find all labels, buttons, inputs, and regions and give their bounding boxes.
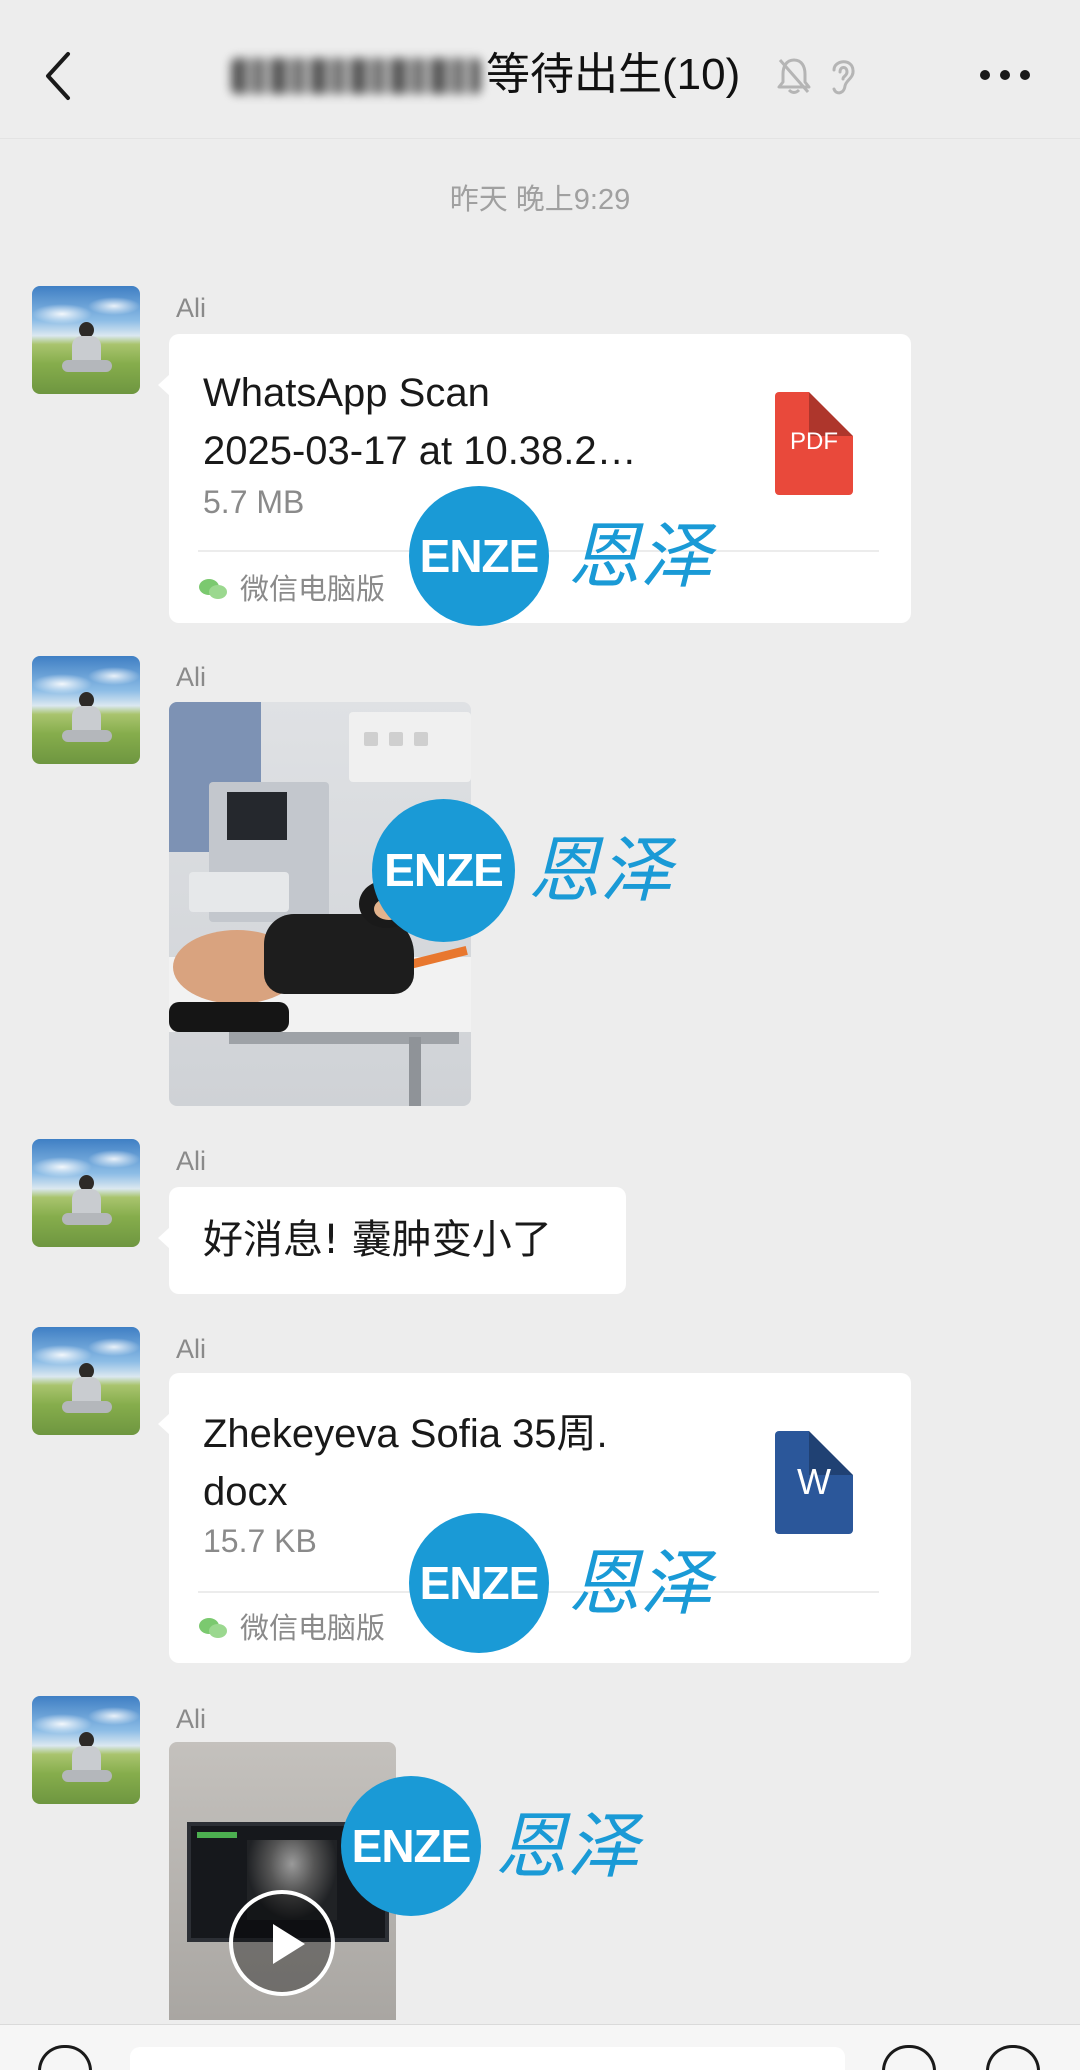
watermark-text: 恩泽 <box>568 1541 713 1625</box>
voice-icon[interactable] <box>38 2045 92 2070</box>
file-size: 5.7 MB <box>203 484 305 520</box>
sender-name: Ali <box>176 1146 207 1176</box>
watermark-logo: ENZE <box>341 1776 481 1916</box>
play-icon[interactable] <box>229 1890 335 1996</box>
watermark-text: 恩泽 <box>528 828 673 912</box>
file-icon-label: PDF <box>790 428 838 455</box>
bell-muted-icon <box>776 56 812 96</box>
emoji-icon[interactable] <box>882 2045 936 2070</box>
sender-name: Ali <box>176 293 207 323</box>
watermark-logo: ENZE <box>409 1513 549 1653</box>
file-name-line: Zhekeyeva Sofia 35周. <box>203 1412 608 1456</box>
file-size: 15.7 KB <box>203 1523 317 1559</box>
file-name-line: 2025-03-17 at 10.38.2… <box>203 429 637 473</box>
chat-header: 等待出生(10) <box>0 0 1080 139</box>
more-button[interactable] <box>978 66 1032 84</box>
watermark-text: 恩泽 <box>568 514 713 598</box>
message-timestamp: 昨天 晚上9:29 <box>449 184 631 216</box>
watermark-logo: ENZE <box>372 799 515 942</box>
watermark-logo: ENZE <box>409 486 549 626</box>
avatar[interactable] <box>32 286 140 394</box>
input-bar <box>0 2024 1080 2070</box>
file-icon-label: W <box>797 1461 831 1502</box>
wechat-icon <box>198 577 228 601</box>
source-label: 微信电脑版 <box>240 572 386 606</box>
avatar[interactable] <box>32 1696 140 1804</box>
chevron-left-icon <box>46 52 70 100</box>
pdf-file-icon: PDF <box>775 392 853 495</box>
avatar[interactable] <box>32 1327 140 1435</box>
avatar[interactable] <box>32 656 140 764</box>
ear-icon <box>826 54 858 98</box>
file-message-docx[interactable]: Zhekeyeva Sofia 35周. docx 15.7 KB W 微信电脑… <box>158 1373 911 1663</box>
text-message[interactable]: 好消息! 囊肿变小了 <box>158 1187 626 1294</box>
word-file-icon: W <box>775 1431 853 1534</box>
source-label: 微信电脑版 <box>240 1611 386 1645</box>
sender-name: Ali <box>176 1334 207 1364</box>
chat-title[interactable]: 等待出生(10) <box>486 44 740 106</box>
watermark-text: 恩泽 <box>495 1804 640 1888</box>
avatar[interactable] <box>32 1139 140 1247</box>
wechat-icon <box>198 1616 228 1640</box>
sender-name: Ali <box>176 1704 207 1734</box>
sender-name: Ali <box>176 662 207 692</box>
file-name-line: WhatsApp Scan <box>203 371 490 415</box>
blurred-name-prefix <box>231 58 481 94</box>
plus-icon[interactable] <box>986 2045 1040 2070</box>
message-input[interactable] <box>130 2047 845 2070</box>
back-button[interactable] <box>42 50 74 102</box>
message-text: 好消息! 囊肿变小了 <box>203 1217 552 1263</box>
more-icon <box>980 70 1030 80</box>
